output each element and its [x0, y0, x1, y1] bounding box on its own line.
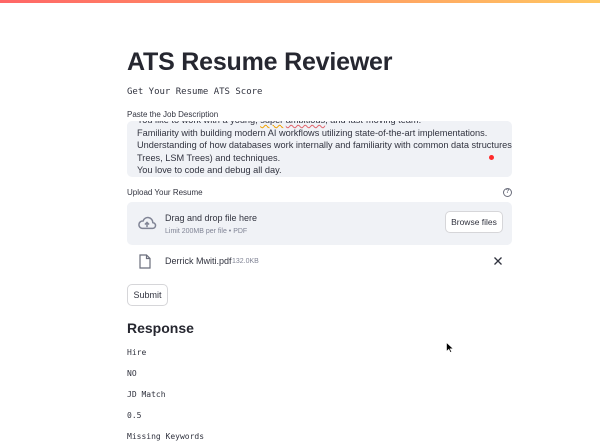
- file-icon: [139, 254, 151, 269]
- page-title: ATS Resume Reviewer: [127, 48, 393, 76]
- jd-line-4: Trees, LSM Trees) and techniques.: [137, 152, 281, 163]
- response-hire-label: Hire: [127, 348, 147, 357]
- dropzone-title: Drag and drop file here: [165, 213, 258, 223]
- uploaded-file-name: Derrick Mwiti.pdf: [165, 256, 232, 266]
- browse-files-button[interactable]: Browse files: [445, 211, 503, 233]
- response-missing-keywords-label: Missing Keywords: [127, 432, 205, 441]
- response-heading: Response: [127, 320, 194, 336]
- cloud-upload-icon: [138, 216, 157, 230]
- page-subtitle: Get Your Resume ATS Score: [127, 87, 263, 97]
- top-decoration-bar: [0, 0, 600, 3]
- response-hire-value: NO: [127, 369, 137, 378]
- uploaded-file-size: 132.0KB: [232, 258, 259, 265]
- job-description-textarea[interactable]: You like to work with a young, super amb…: [127, 121, 512, 177]
- jd-line-3: Understanding of how databases work inte…: [137, 140, 512, 151]
- close-icon[interactable]: [492, 255, 504, 267]
- question-circle-icon[interactable]: ?: [503, 188, 512, 197]
- file-dropzone[interactable]: Drag and drop file here Limit 200MB per …: [127, 202, 512, 245]
- response-jd-match-label: JD Match: [127, 390, 166, 399]
- job-description-text: You like to work with a young, super amb…: [137, 121, 512, 177]
- job-description-label: Paste the Job Description: [127, 110, 219, 119]
- response-jd-match-value: 0.5: [127, 411, 142, 420]
- dropzone-limit: Limit 200MB per file • PDF: [165, 228, 248, 235]
- uploaded-file-row: Derrick Mwiti.pdf 132.0KB: [127, 251, 512, 273]
- upload-label: Upload Your Resume: [127, 188, 203, 197]
- mouse-cursor-icon: [446, 342, 454, 353]
- submit-button[interactable]: Submit: [127, 284, 168, 306]
- jd-line-5: You love to code and debug all day.: [137, 165, 282, 176]
- jd-line-2: Familiarity with building modern AI work…: [137, 127, 488, 138]
- recording-dot-icon: [489, 155, 494, 160]
